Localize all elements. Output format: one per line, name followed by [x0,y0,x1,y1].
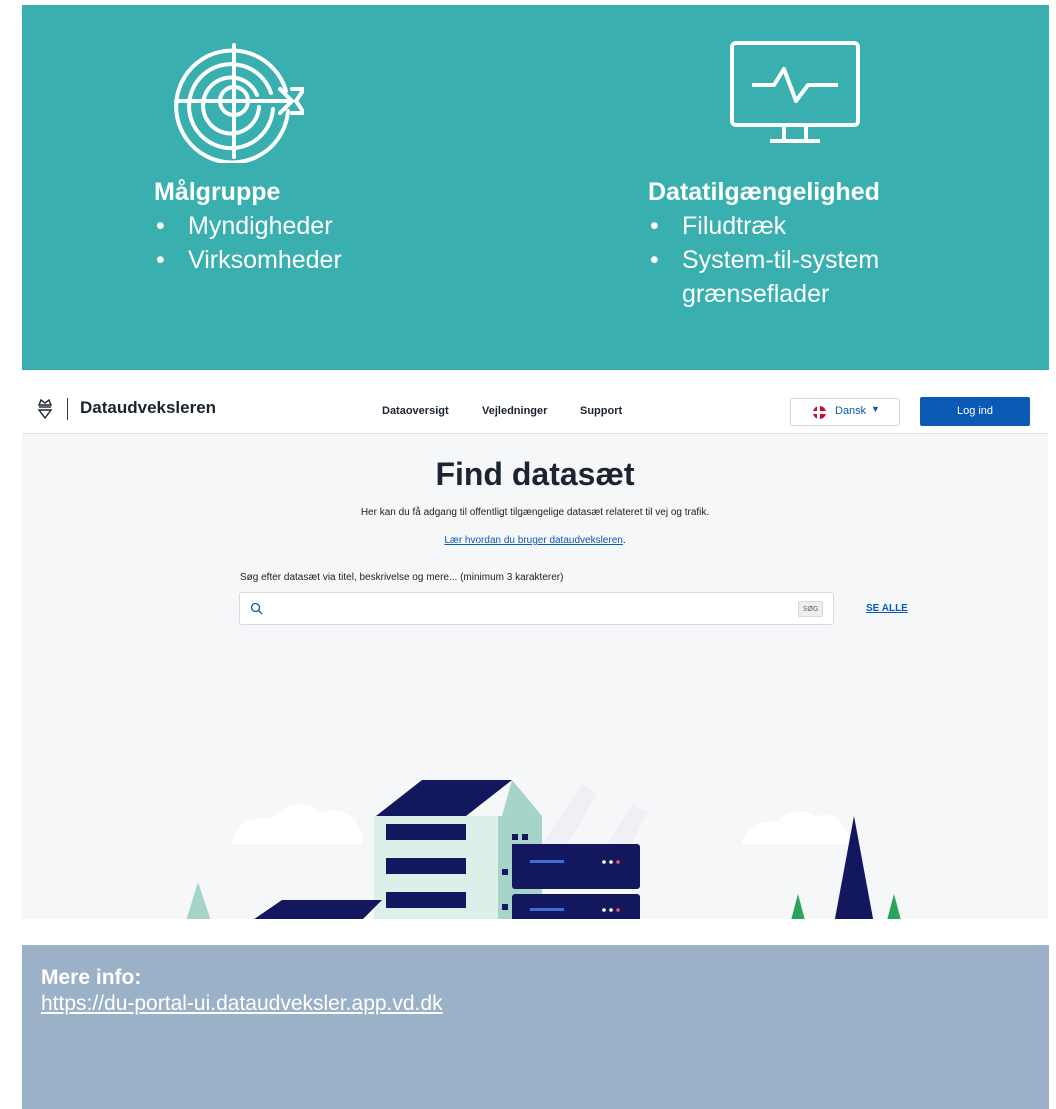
search-icon [250,602,263,615]
list-item: Virksomheder [154,243,342,277]
language-select[interactable]: Dansk ▼ [790,398,900,426]
page-title: Find datasæt [435,456,635,492]
danish-flag-icon [813,406,826,419]
availability-heading: Datatilgængelighed [648,178,880,206]
info-panel-teal: Målgruppe Myndigheder Virksomheder Datat… [22,5,1049,370]
nav-item-vejledninger[interactable]: Vejledninger [482,405,547,417]
list-item: Myndigheder [154,209,342,243]
list-item: System-til-system grænseflader [648,243,932,311]
brand-divider [67,398,68,420]
audience-list: Myndigheder Virksomheder [154,209,342,277]
app-screenshot: Dataudveksleren Dataoversigt Vejledninge… [22,384,1048,919]
availability-list: Filudtræk System-til-system grænseflader [648,209,932,311]
crown-logo-icon [37,398,53,420]
list-item: Filudtræk [648,209,932,243]
caret-down-icon: ▼ [871,404,880,414]
search-input[interactable] [270,599,784,621]
brand-name[interactable]: Dataudveksleren [80,398,216,418]
more-info-panel: Mere info: https://du-portal-ui.dataudve… [22,945,1049,1109]
audience-column: Målgruppe Myndigheder Virksomheder [154,177,342,277]
search-box[interactable]: SØG [239,592,834,625]
more-info-label: Mere info: [41,966,142,989]
search-label: Søg efter datasæt via titel, beskrivelse… [240,572,564,583]
search-button[interactable]: SØG [798,601,823,617]
language-label: Dansk [835,405,867,417]
target-arrow-icon [174,43,304,163]
learn-link-row: Lær hvordan du bruger dataudveksleren. [22,535,1048,546]
city-illustration [186,780,901,919]
see-all-link[interactable]: SE ALLE [866,603,908,614]
login-button[interactable]: Log ind [920,397,1030,426]
learn-suffix: . [622,535,626,546]
nav-item-support[interactable]: Support [580,405,622,417]
monitor-pulse-icon [730,41,860,143]
availability-column: Datatilgængelighed Filudtræk System-til-… [648,177,932,311]
audience-heading: Målgruppe [154,178,281,206]
page-description: Her kan du få adgang til offentligt tilg… [360,507,710,518]
more-info-link[interactable]: https://du-portal-ui.dataudveksler.app.v… [41,992,443,1016]
learn-link[interactable]: Lær hvordan du bruger dataudveksleren [444,535,622,546]
nav-item-dataoversigt[interactable]: Dataoversigt [382,405,449,417]
app-header: Dataudveksleren Dataoversigt Vejledninge… [22,384,1048,434]
